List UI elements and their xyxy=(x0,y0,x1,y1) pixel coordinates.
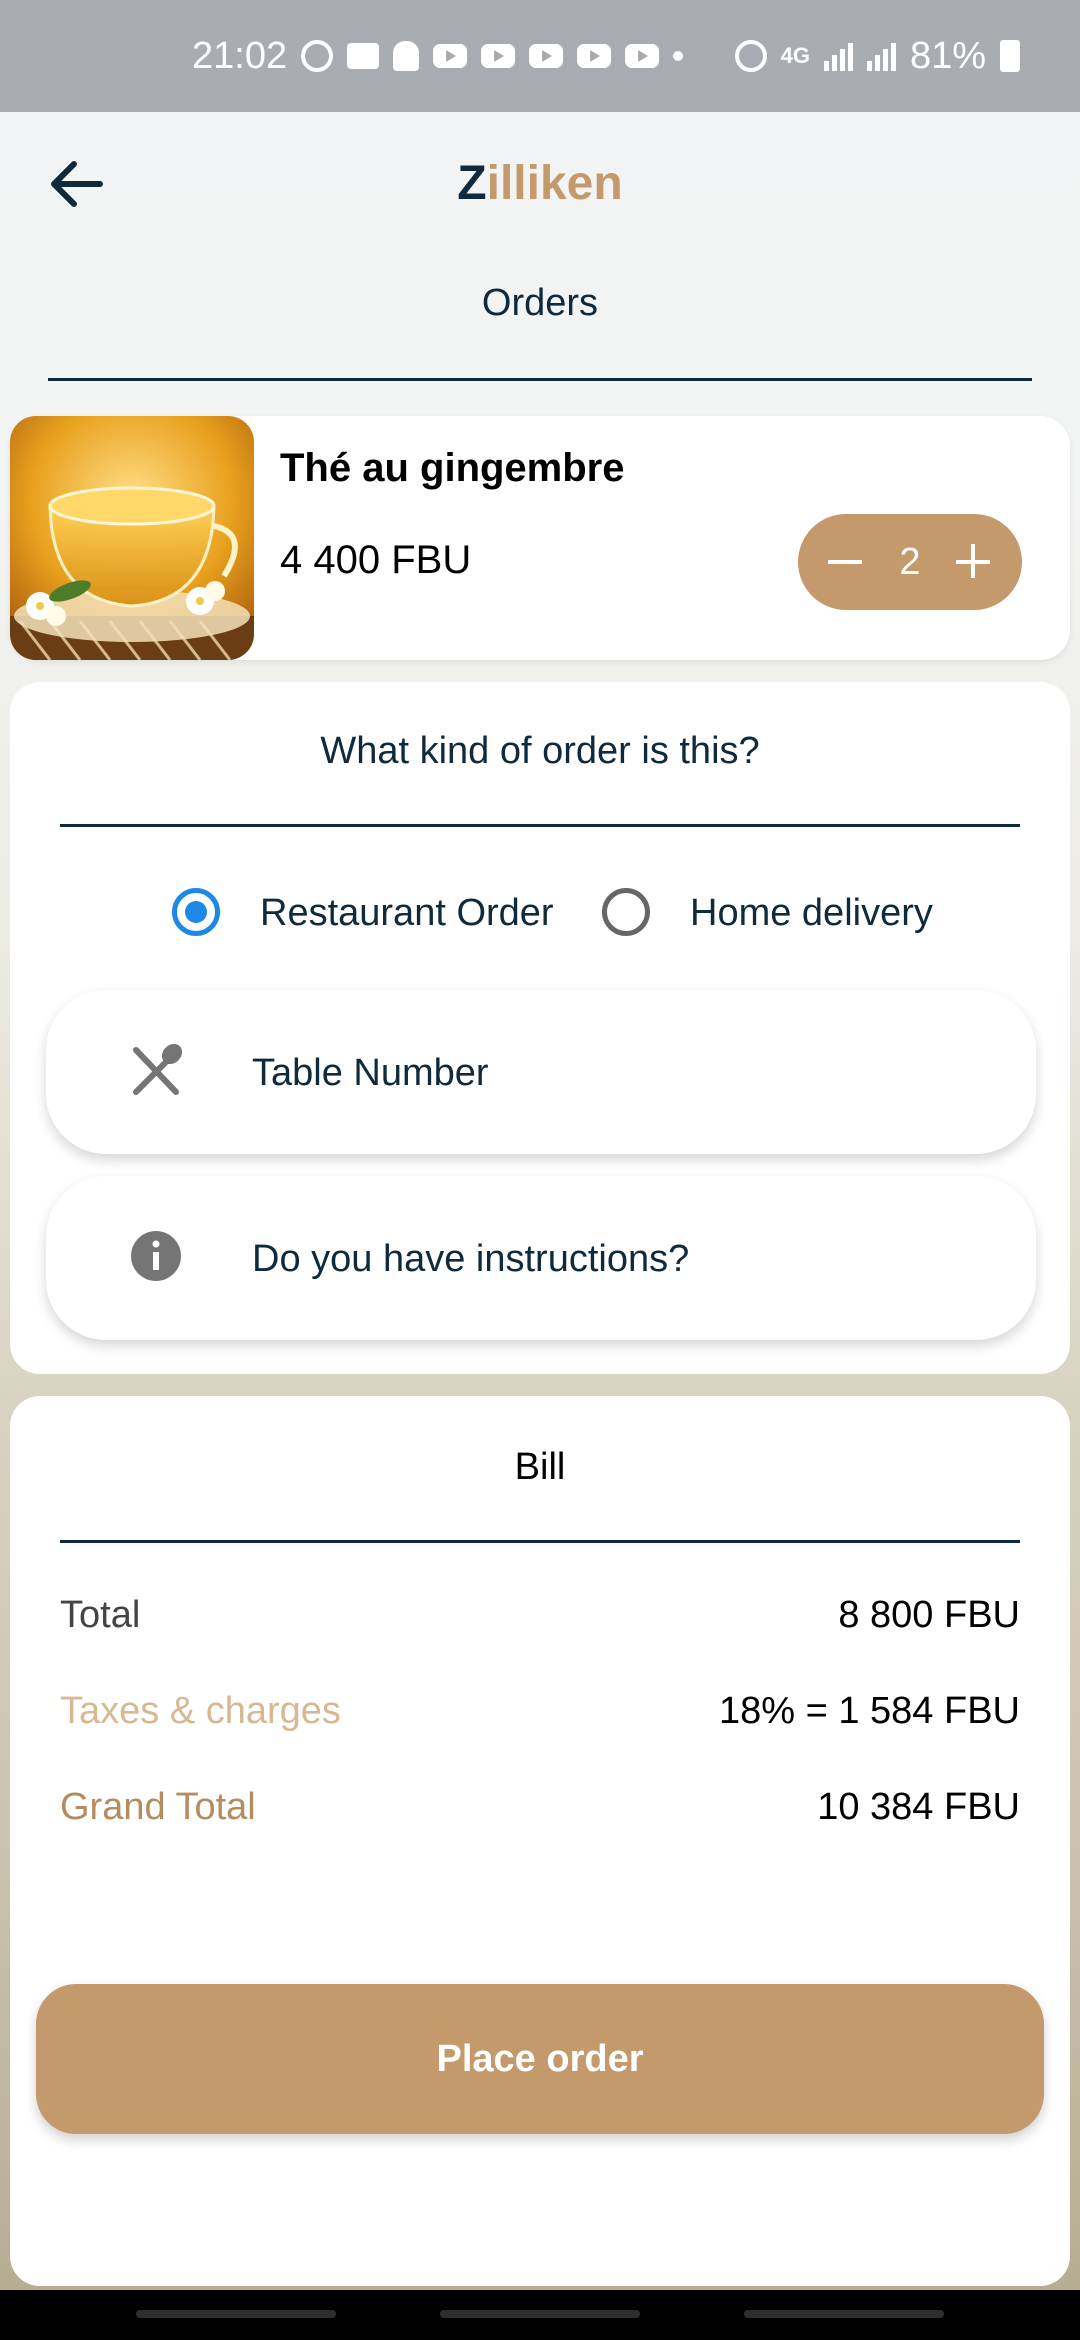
message-icon xyxy=(347,43,380,69)
radio-home-delivery[interactable] xyxy=(602,888,650,936)
radio-restaurant-order[interactable] xyxy=(172,888,220,936)
fork-spoon-icon xyxy=(126,1040,186,1100)
cart-item-card: Thé au gingembre 4 400 FBU 2 xyxy=(10,416,1070,660)
app-bar: Zilliken xyxy=(0,112,1080,256)
radio-label-restaurant-order[interactable]: Restaurant Order xyxy=(260,892,554,935)
increase-quantity-button[interactable] xyxy=(955,544,992,580)
youtube-icon xyxy=(577,44,612,68)
status-time: 21:02 xyxy=(192,34,288,77)
bill-row-taxes: Taxes & charges 18% = 1 584 FBU xyxy=(60,1690,1020,1740)
nav-handle[interactable] xyxy=(744,2310,944,2318)
signal-icon xyxy=(866,41,896,71)
instructions-placeholder: Do you have instructions? xyxy=(252,1238,690,1280)
minus-icon xyxy=(828,560,862,564)
youtube-icon xyxy=(481,44,516,68)
grand-total-value: 10 384 FBU xyxy=(817,1786,1020,1828)
quantity-value: 2 xyxy=(899,540,921,583)
radio-label-home-delivery[interactable]: Home delivery xyxy=(690,892,933,935)
bill-divider xyxy=(60,1540,1020,1543)
product-price: 4 400 FBU xyxy=(280,538,472,582)
instructions-field[interactable]: Do you have instructions? xyxy=(46,1176,1036,1340)
page-title: Orders xyxy=(481,282,599,324)
bill-card: Bill Total 8 800 FBU Taxes & charges 18%… xyxy=(10,1396,1070,2286)
taxes-label: Taxes & charges xyxy=(60,1690,341,1732)
order-type-options: Restaurant Order Home delivery xyxy=(10,880,1070,950)
quantity-stepper: 2 xyxy=(798,514,1022,610)
status-right: 4G 81% xyxy=(734,34,1020,78)
info-icon xyxy=(126,1226,186,1286)
status-left: 21:02 xyxy=(192,34,684,78)
grand-total-label: Grand Total xyxy=(60,1786,256,1828)
status-bar: 21:02 4G 81% xyxy=(0,0,1080,112)
network-type: 4G xyxy=(780,43,810,68)
youtube-icon xyxy=(625,44,660,68)
bill-row-total: Total 8 800 FBU xyxy=(60,1594,1020,1644)
order-type-question: What kind of order is this? xyxy=(320,730,760,772)
more-notifications-dot-icon xyxy=(673,51,684,61)
order-type-card: What kind of order is this? Restaurant O… xyxy=(10,682,1070,1374)
battery-percent: 81% xyxy=(909,34,986,77)
title-divider xyxy=(48,378,1032,381)
signal-icon xyxy=(823,41,853,71)
brand-logo: Zilliken xyxy=(0,156,1080,211)
taxes-value: 18% = 1 584 FBU xyxy=(718,1690,1020,1732)
product-image xyxy=(10,416,254,660)
total-value: 8 800 FBU xyxy=(838,1594,1020,1636)
brand-name-rest: illiken xyxy=(486,157,623,210)
table-number-field[interactable]: Table Number xyxy=(46,990,1036,1154)
nav-handle[interactable] xyxy=(136,2310,336,2318)
order-type-divider xyxy=(60,824,1020,827)
system-navigation-bar xyxy=(0,2290,1080,2340)
brand-initial: Z xyxy=(457,157,487,210)
battery-charging-icon xyxy=(1000,40,1020,72)
place-order-button[interactable]: Place order xyxy=(36,1984,1044,2134)
total-label: Total xyxy=(60,1594,141,1636)
bill-row-grand-total: Grand Total 10 384 FBU xyxy=(60,1786,1020,1836)
alarm-icon xyxy=(734,40,767,72)
whatsapp-icon xyxy=(301,40,334,72)
product-name: Thé au gingembre xyxy=(280,446,625,490)
nav-handle[interactable] xyxy=(440,2310,640,2318)
table-number-placeholder: Table Number xyxy=(252,1052,489,1094)
bill-title: Bill xyxy=(514,1446,566,1488)
decrease-quantity-button[interactable] xyxy=(828,544,864,580)
youtube-icon xyxy=(433,44,468,68)
youtube-icon xyxy=(529,44,564,68)
notification-bell-icon xyxy=(393,41,420,71)
